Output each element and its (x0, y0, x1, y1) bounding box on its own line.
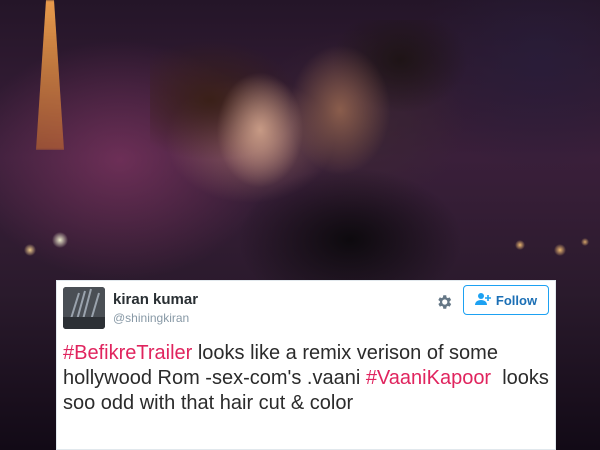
tweet-text: #BefikreTrailer looks like a remix veris… (63, 341, 549, 416)
user-display-name[interactable]: kiran kumar (113, 291, 198, 308)
hashtag-link[interactable]: #VaaniKapoor (366, 367, 491, 389)
add-user-icon (474, 292, 491, 309)
eiffel-tower-lights (36, 0, 64, 150)
hashtag-link[interactable]: #BefikreTrailer (63, 342, 192, 364)
follow-label: Follow (495, 292, 538, 308)
kissing-couple (150, 20, 480, 280)
avatar-image (63, 287, 105, 329)
avatar[interactable] (63, 287, 105, 329)
follow-button[interactable]: Follow (463, 285, 549, 315)
user-screen-name[interactable]: @shiningkiran (113, 311, 189, 325)
gear-icon[interactable] (433, 291, 455, 313)
tweet-card: kiran kumar @shiningkiran Follow #Befikr… (56, 280, 556, 450)
